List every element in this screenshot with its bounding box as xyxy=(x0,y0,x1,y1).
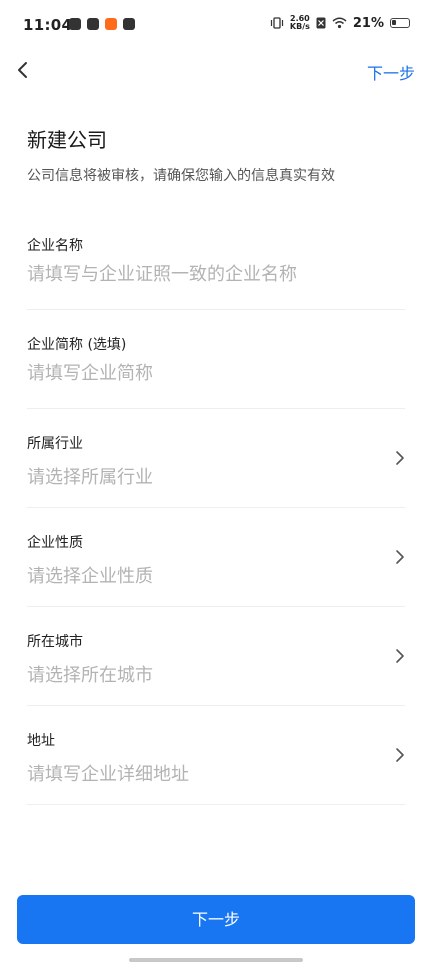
chevron-right-icon xyxy=(396,550,404,564)
address-row[interactable]: 地址 请填写企业详细地址 xyxy=(27,707,405,805)
city-select[interactable]: 所在城市 请选择所在城市 xyxy=(27,608,405,706)
chevron-right-icon xyxy=(396,451,404,465)
industry-label: 所属行业 xyxy=(27,436,83,452)
wifi-icon xyxy=(332,17,347,29)
city-placeholder: 请选择所在城市 xyxy=(27,665,153,686)
industry-select[interactable]: 所属行业 请选择所属行业 xyxy=(27,410,405,508)
status-bar: 11:04 2.60 KB/s 21% xyxy=(0,0,432,50)
status-right: 2.60 KB/s 21% xyxy=(270,15,410,31)
navbar: 下一步 xyxy=(0,50,432,90)
notification-app-icon xyxy=(87,18,99,30)
company-name-input[interactable] xyxy=(27,264,367,285)
next-step-link[interactable]: 下一步 xyxy=(367,60,415,84)
next-step-button[interactable]: 下一步 xyxy=(17,895,415,944)
vibrate-icon xyxy=(270,17,283,29)
no-sim-icon xyxy=(316,17,326,29)
back-arrow-icon[interactable] xyxy=(12,55,36,85)
company-name-row: 企业名称 xyxy=(27,212,405,310)
notification-icons xyxy=(69,18,135,30)
battery-percent: 21% xyxy=(352,15,384,31)
city-label: 所在城市 xyxy=(27,634,83,650)
notification-app-icon xyxy=(105,18,117,30)
company-short-name-input[interactable] xyxy=(27,363,367,384)
page-subtitle: 公司信息将被审核，请确保您输入的信息真实有效 xyxy=(27,168,335,184)
company-form: 企业名称 企业简称 (选填) 所属行业 请选择所属行业 企业性质 请选择企业性质… xyxy=(27,211,405,805)
chevron-right-icon xyxy=(396,649,404,663)
nature-label: 企业性质 xyxy=(27,535,83,551)
nature-placeholder: 请选择企业性质 xyxy=(27,566,153,587)
nature-select[interactable]: 企业性质 请选择企业性质 xyxy=(27,509,405,607)
company-short-name-row: 企业简称 (选填) xyxy=(27,311,405,409)
address-label: 地址 xyxy=(27,733,55,749)
status-time: 11:04 xyxy=(23,16,73,34)
notification-mail-icon xyxy=(123,18,135,30)
home-indicator[interactable] xyxy=(129,958,303,962)
company-name-label: 企业名称 xyxy=(27,238,83,254)
battery-icon xyxy=(390,18,410,28)
net-speed: 2.60 KB/s xyxy=(289,14,310,31)
page-title: 新建公司 xyxy=(27,128,107,152)
address-placeholder: 请填写企业详细地址 xyxy=(27,764,189,785)
company-short-name-label: 企业简称 (选填) xyxy=(27,337,127,353)
notification-app-icon xyxy=(69,18,81,30)
chevron-right-icon xyxy=(396,748,404,762)
industry-placeholder: 请选择所属行业 xyxy=(27,467,153,488)
